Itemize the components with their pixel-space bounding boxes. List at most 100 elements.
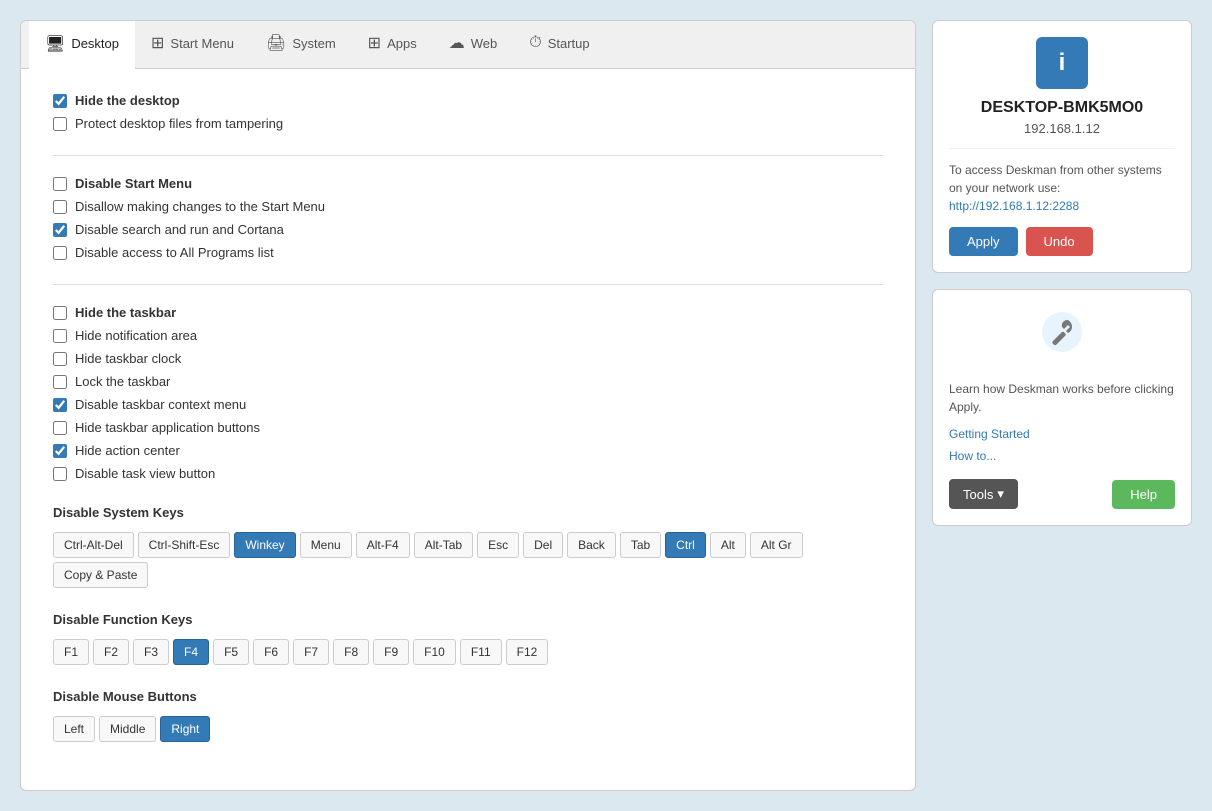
system-key-alt-gr[interactable]: Alt Gr	[750, 532, 803, 558]
help-card-text: Learn how Deskman works before clicking …	[949, 380, 1175, 416]
system-key-alt-f4[interactable]: Alt-F4	[356, 532, 410, 558]
checkbox-hide-clock: Hide taskbar clock	[53, 351, 883, 366]
system-key-menu[interactable]: Menu	[300, 532, 352, 558]
function-key-f1[interactable]: F1	[53, 639, 89, 665]
function-key-f5[interactable]: F5	[213, 639, 249, 665]
info-card-header: i DESKTOP-BMK5MO0 192.168.1.12	[949, 37, 1175, 149]
system-key-esc[interactable]: Esc	[477, 532, 519, 558]
mouse-button-middle[interactable]: Middle	[99, 716, 156, 742]
hide-desktop-checkbox[interactable]	[53, 94, 67, 108]
device-name: DESKTOP-BMK5MO0	[981, 99, 1143, 117]
system-key-ctrl-alt-del[interactable]: Ctrl-Alt-Del	[53, 532, 134, 558]
function-keys-title: Disable Function Keys	[53, 612, 883, 627]
web-icon: ☁	[449, 33, 465, 53]
lock-taskbar-checkbox[interactable]	[53, 375, 67, 389]
tab-startup[interactable]: ⏱ Startup	[513, 21, 605, 68]
mouse-buttons-section: Disable Mouse Buttons LeftMiddleRight	[53, 689, 883, 742]
start-menu-icon: ⊞	[151, 33, 164, 53]
tools-button[interactable]: Tools ▾	[949, 479, 1018, 509]
system-key-tab[interactable]: Tab	[620, 532, 661, 558]
how-to-link[interactable]: How to...	[949, 449, 996, 463]
checkbox-disable-task-view: Disable task view button	[53, 466, 883, 481]
divider-2	[53, 284, 883, 285]
tab-start-menu[interactable]: ⊞ Start Menu	[135, 21, 250, 68]
hide-notification-checkbox[interactable]	[53, 329, 67, 343]
network-url-link[interactable]: http://192.168.1.12:2288	[949, 199, 1079, 213]
apps-icon: ⊞	[368, 33, 381, 53]
desktop-icon: 🖥	[45, 34, 65, 54]
apply-button[interactable]: Apply	[949, 227, 1018, 256]
sidebar: i DESKTOP-BMK5MO0 192.168.1.12 To access…	[932, 20, 1192, 791]
system-key-back[interactable]: Back	[567, 532, 616, 558]
network-info-text: To access Deskman from other systems on …	[949, 161, 1175, 215]
desktop-section: Hide the desktop Protect desktop files f…	[53, 93, 883, 131]
system-key-alt-tab[interactable]: Alt-Tab	[414, 532, 473, 558]
wrench-icon	[1040, 310, 1084, 354]
hide-taskbar-checkbox[interactable]	[53, 306, 67, 320]
start-menu-section: Disable Start Menu Disallow making chang…	[53, 176, 883, 260]
function-keys-buttons: F1F2F3F4F5F6F7F8F9F10F11F12	[53, 639, 883, 665]
function-key-f9[interactable]: F9	[373, 639, 409, 665]
system-key-ctrl[interactable]: Ctrl	[665, 532, 706, 558]
help-button[interactable]: Help	[1112, 480, 1175, 509]
startup-icon: ⏱	[529, 34, 541, 52]
info-icon-box: i	[1036, 37, 1088, 89]
disable-task-view-checkbox[interactable]	[53, 467, 67, 481]
function-key-f10[interactable]: F10	[413, 639, 456, 665]
checkbox-hide-desktop: Hide the desktop	[53, 93, 883, 108]
function-key-f6[interactable]: F6	[253, 639, 289, 665]
function-key-f11[interactable]: F11	[460, 639, 502, 665]
system-key-alt[interactable]: Alt	[710, 532, 746, 558]
system-key-ctrl-shift-esc[interactable]: Ctrl-Shift-Esc	[138, 532, 231, 558]
system-keys-section: Disable System Keys Ctrl-Alt-DelCtrl-Shi…	[53, 505, 883, 588]
getting-started-link[interactable]: Getting Started	[949, 427, 1030, 441]
mouse-button-left[interactable]: Left	[53, 716, 95, 742]
disable-context-checkbox[interactable]	[53, 398, 67, 412]
checkbox-protect-files: Protect desktop files from tampering	[53, 116, 883, 131]
undo-button[interactable]: Undo	[1026, 227, 1093, 256]
device-ip: 192.168.1.12	[1024, 121, 1100, 136]
system-keys-buttons: Ctrl-Alt-DelCtrl-Shift-EscWinkeyMenuAlt-…	[53, 532, 883, 588]
system-keys-title: Disable System Keys	[53, 505, 883, 520]
disable-all-programs-checkbox[interactable]	[53, 246, 67, 260]
checkbox-hide-app-buttons: Hide taskbar application buttons	[53, 420, 883, 435]
checkbox-disable-start-menu: Disable Start Menu	[53, 176, 883, 191]
function-key-f7[interactable]: F7	[293, 639, 329, 665]
dropdown-chevron-icon: ▾	[997, 486, 1004, 502]
content-area: Hide the desktop Protect desktop files f…	[21, 69, 915, 790]
tab-desktop[interactable]: 🖥 Desktop	[29, 21, 135, 69]
tab-apps[interactable]: ⊞ Apps	[352, 21, 433, 68]
hide-app-buttons-checkbox[interactable]	[53, 421, 67, 435]
tab-system[interactable]: 🖨 System	[250, 21, 352, 68]
system-key-copy---paste[interactable]: Copy & Paste	[53, 562, 148, 588]
system-key-del[interactable]: Del	[523, 532, 563, 558]
checkbox-disable-context: Disable taskbar context menu	[53, 397, 883, 412]
info-card: i DESKTOP-BMK5MO0 192.168.1.12 To access…	[932, 20, 1192, 273]
divider-1	[53, 155, 883, 156]
mouse-button-right[interactable]: Right	[160, 716, 210, 742]
wrench-icon-box	[1036, 306, 1088, 358]
system-icon: 🖨	[266, 33, 286, 53]
system-key-winkey[interactable]: Winkey	[234, 532, 295, 558]
checkbox-hide-taskbar: Hide the taskbar	[53, 305, 883, 320]
tools-help-row: Tools ▾ Help	[949, 479, 1175, 509]
disable-start-menu-checkbox[interactable]	[53, 177, 67, 191]
checkbox-disable-search: Disable search and run and Cortana	[53, 222, 883, 237]
function-key-f4[interactable]: F4	[173, 639, 209, 665]
function-keys-section: Disable Function Keys F1F2F3F4F5F6F7F8F9…	[53, 612, 883, 665]
hide-action-center-checkbox[interactable]	[53, 444, 67, 458]
mouse-buttons-buttons: LeftMiddleRight	[53, 716, 883, 742]
tab-web[interactable]: ☁ Web	[433, 21, 514, 68]
checkbox-disable-all-programs: Disable access to All Programs list	[53, 245, 883, 260]
function-key-f12[interactable]: F12	[506, 639, 549, 665]
function-key-f3[interactable]: F3	[133, 639, 169, 665]
disallow-changes-checkbox[interactable]	[53, 200, 67, 214]
checkbox-hide-notification: Hide notification area	[53, 328, 883, 343]
function-key-f2[interactable]: F2	[93, 639, 129, 665]
protect-files-checkbox[interactable]	[53, 117, 67, 131]
help-card: Learn how Deskman works before clicking …	[932, 289, 1192, 526]
hide-clock-checkbox[interactable]	[53, 352, 67, 366]
tab-bar: 🖥 Desktop ⊞ Start Menu 🖨 System ⊞ Apps ☁…	[21, 21, 915, 69]
disable-search-checkbox[interactable]	[53, 223, 67, 237]
function-key-f8[interactable]: F8	[333, 639, 369, 665]
